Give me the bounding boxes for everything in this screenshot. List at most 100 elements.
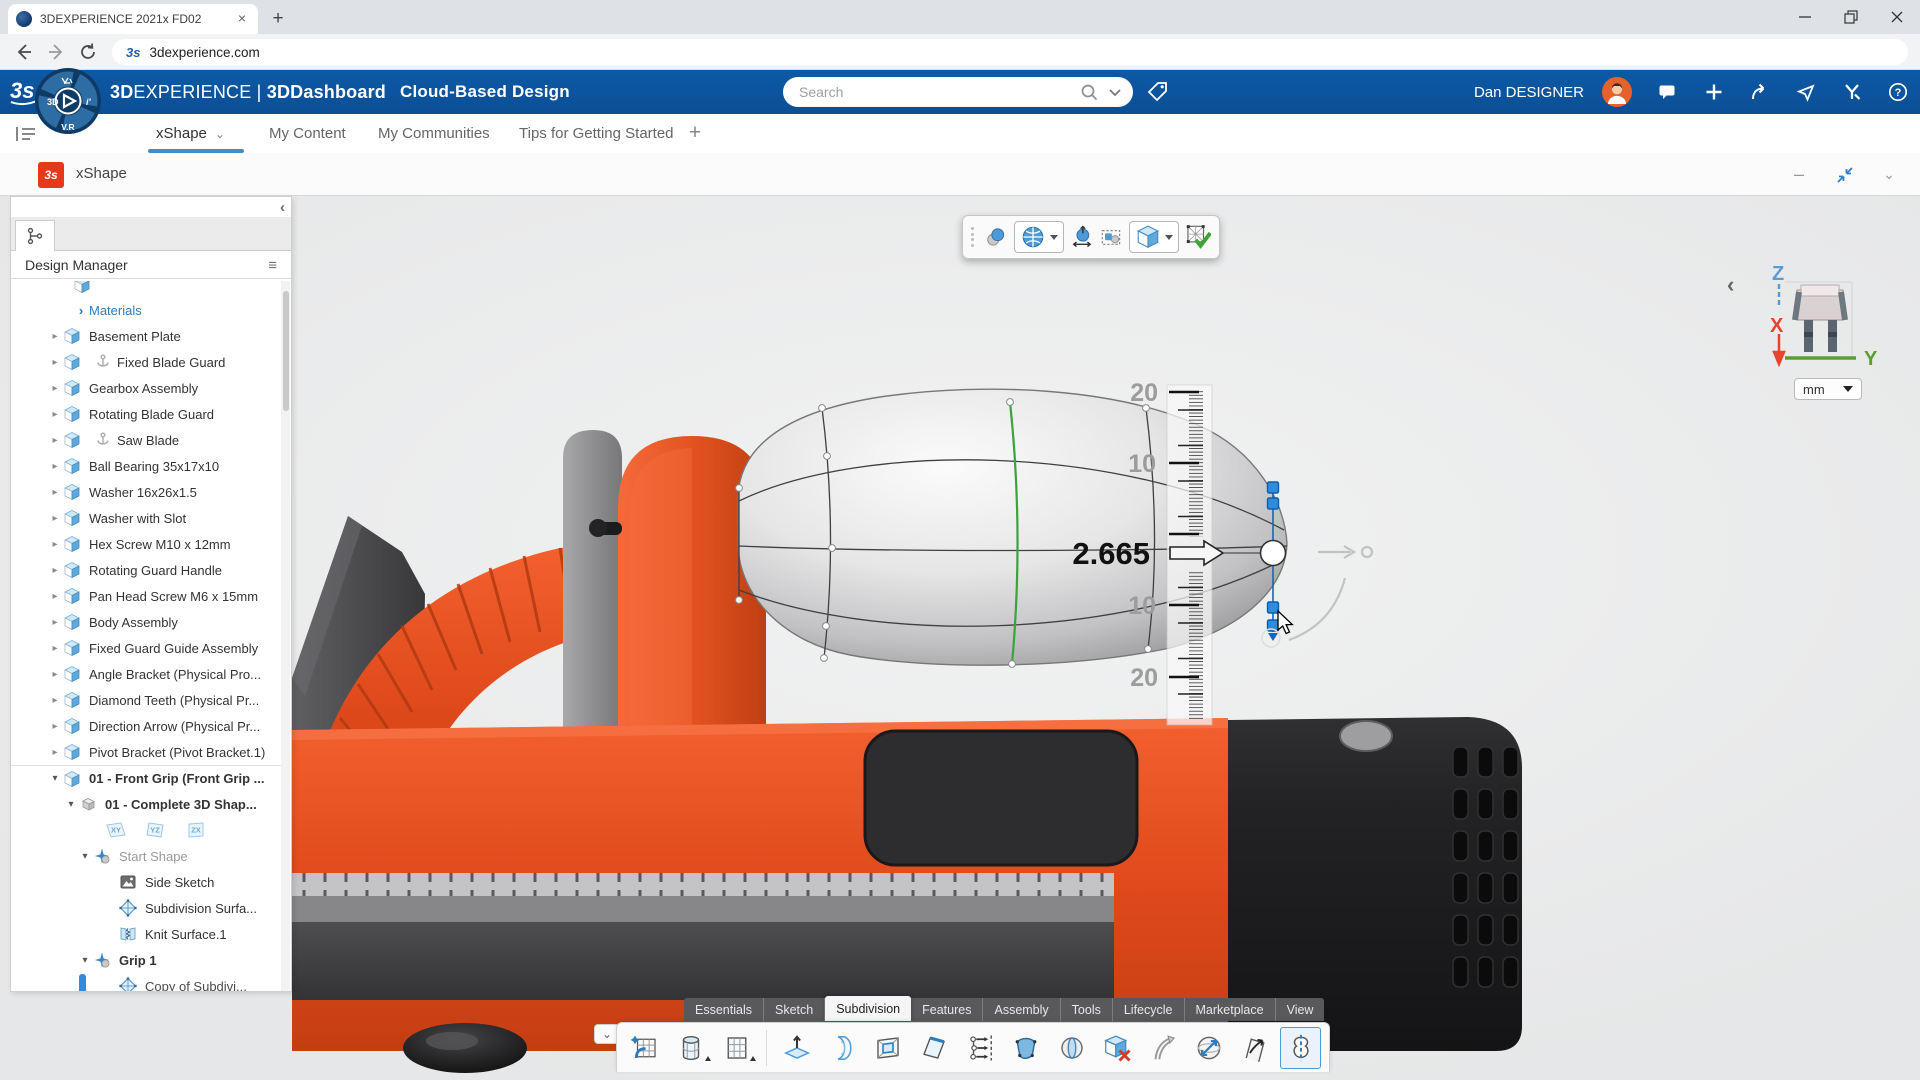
tree-item[interactable]: Pan Head Screw M6 x 15mm	[11, 583, 281, 609]
sweep-curve-button[interactable]	[1143, 1027, 1184, 1069]
render-style-icon[interactable]	[985, 224, 1007, 250]
panel-collapse-icon[interactable]	[1727, 276, 1734, 294]
reload-icon[interactable]	[78, 42, 98, 62]
cylinder-primitive-button[interactable]	[671, 1027, 712, 1069]
tree-item-copy-of-subdivision[interactable]: Copy of Subdivi...	[11, 973, 281, 991]
tree-item-side-sketch[interactable]: Side Sketch	[11, 869, 281, 895]
tree-item-knit-surface[interactable]: Knit Surface.1	[11, 921, 281, 947]
plane-zx-icon[interactable]: ZX	[183, 821, 209, 839]
tree-item[interactable]: Washer with Slot	[11, 505, 281, 531]
forward-share-icon[interactable]	[1750, 82, 1770, 102]
dropdown-caret-icon[interactable]	[704, 1055, 711, 1061]
expand-icon[interactable]	[47, 695, 63, 706]
symmetry-display-icon[interactable]	[1100, 224, 1122, 250]
tab-xshape[interactable]: xShape	[156, 114, 225, 153]
ribbon-tab-assembly[interactable]: Assembly	[983, 998, 1061, 1021]
tree-item-materials[interactable]: Materials	[11, 297, 281, 323]
panel-collapse-icon[interactable]	[280, 199, 285, 216]
tree-item[interactable]: Washer 16x26x1.5	[11, 479, 281, 505]
add-icon[interactable]	[1704, 82, 1724, 102]
collaboration-icon[interactable]	[1842, 82, 1862, 102]
split-body-button[interactable]	[1051, 1027, 1092, 1069]
ribbon-tab-lifecycle[interactable]: Lifecycle	[1113, 998, 1185, 1021]
tab-design-tree[interactable]	[15, 220, 55, 251]
add-tab-icon[interactable]	[684, 122, 706, 144]
search-options-icon[interactable]	[1107, 84, 1123, 100]
tag-icon[interactable]	[1146, 80, 1170, 104]
tree-item[interactable]: Ball Bearing 35x17x10	[11, 453, 281, 479]
tree-item[interactable]: Gearbox Assembly	[11, 375, 281, 401]
stretch-sphere-button[interactable]	[1189, 1027, 1230, 1069]
tree-item-complete-shape[interactable]: 01 - Complete 3D Shap...	[11, 791, 281, 817]
notifications-icon[interactable]	[1658, 82, 1678, 102]
inset-face-button[interactable]	[868, 1027, 909, 1069]
plane-yz-icon[interactable]: YZ	[143, 821, 169, 839]
tree-item-start-shape[interactable]: Start Shape	[11, 843, 281, 869]
expand-icon[interactable]	[47, 669, 63, 680]
expand-icon[interactable]	[47, 617, 63, 628]
panel-menu-icon[interactable]	[268, 257, 277, 274]
expand-icon[interactable]	[47, 487, 63, 498]
tree-item[interactable]: Direction Arrow (Physical Pr...	[11, 713, 281, 739]
validate-check-icon[interactable]	[1186, 222, 1211, 252]
view-cube-group[interactable]	[1128, 221, 1179, 253]
box-subdivision-button[interactable]	[625, 1027, 666, 1069]
collapse-icon[interactable]	[77, 851, 93, 862]
plane-xy-icon[interactable]: XY	[103, 821, 129, 839]
ribbon-tab-features[interactable]: Features	[911, 998, 984, 1021]
browser-tab[interactable]: 3DEXPERIENCE 2021x FD02	[8, 4, 258, 34]
collapse-icon[interactable]	[63, 799, 79, 810]
view-mode-group[interactable]	[1013, 221, 1064, 253]
scrollbar-thumb[interactable]	[282, 291, 289, 411]
expand-icon[interactable]	[47, 565, 63, 576]
tab-my-content[interactable]: My Content	[269, 114, 346, 153]
fill-face-button[interactable]	[1005, 1027, 1046, 1069]
grid-primitive-button[interactable]	[717, 1027, 758, 1069]
expand-icon[interactable]	[47, 383, 63, 394]
expand-icon[interactable]	[47, 513, 63, 524]
search-icon[interactable]	[1079, 82, 1099, 102]
extrude-face-button[interactable]	[776, 1027, 817, 1069]
tree-item-clipped[interactable]	[11, 281, 281, 297]
units-select[interactable]: mm	[1794, 378, 1862, 400]
manipulator-center-handle[interactable]	[1259, 539, 1287, 567]
bend-surface-button[interactable]	[822, 1027, 863, 1069]
dropdown-caret-icon[interactable]	[750, 1055, 757, 1061]
expand-icon[interactable]	[47, 357, 63, 368]
ribbon-tab-sketch[interactable]: Sketch	[764, 998, 826, 1021]
forward-icon[interactable]	[46, 42, 66, 62]
tree-item[interactable]: Basement Plate	[11, 323, 281, 349]
tree-item[interactable]: Rotating Blade Guard	[11, 401, 281, 427]
window-close-icon[interactable]	[1888, 8, 1906, 26]
orientation-widget[interactable]: Z X Y	[1752, 252, 1892, 370]
expand-icon[interactable]	[47, 461, 63, 472]
tree-item-grip1[interactable]: Grip 1	[11, 947, 281, 973]
help-icon[interactable]: ?	[1888, 82, 1908, 102]
symmetry-edit-button[interactable]	[1280, 1026, 1321, 1069]
tree-item[interactable]: Fixed Blade Guard	[11, 349, 281, 375]
window-minimize-icon[interactable]	[1796, 8, 1814, 26]
expand-icon[interactable]	[73, 303, 89, 318]
new-tab-icon[interactable]	[266, 8, 290, 32]
ribbon-tab-marketplace[interactable]: Marketplace	[1185, 998, 1276, 1021]
tree-item[interactable]: Diamond Teeth (Physical Pr...	[11, 687, 281, 713]
zoom-scale-icon[interactable]	[1071, 224, 1093, 250]
address-bar[interactable]: 3dexperience.com	[112, 39, 1908, 65]
window-restore-icon[interactable]	[1842, 8, 1860, 26]
delete-face-button[interactable]	[1097, 1027, 1138, 1069]
tree-item[interactable]: Saw Blade	[11, 427, 281, 453]
app-minimize-icon[interactable]	[1790, 166, 1808, 184]
expand-icon[interactable]	[47, 747, 63, 758]
expand-icon[interactable]	[47, 539, 63, 550]
search-input[interactable]	[799, 84, 1079, 100]
app-collapse-icon[interactable]	[1880, 166, 1898, 184]
ribbon-tab-view[interactable]: View	[1276, 998, 1325, 1021]
user-name[interactable]: Dan DESIGNER	[1474, 84, 1584, 101]
tree-item[interactable]: Body Assembly	[11, 609, 281, 635]
tree-item-subdivision-surface[interactable]: Subdivision Surfa...	[11, 895, 281, 921]
expand-icon[interactable]	[47, 331, 63, 342]
expand-icon[interactable]	[47, 409, 63, 420]
crease-edge-button[interactable]	[914, 1027, 955, 1069]
search-box[interactable]	[783, 77, 1133, 107]
expand-icon[interactable]	[47, 591, 63, 602]
